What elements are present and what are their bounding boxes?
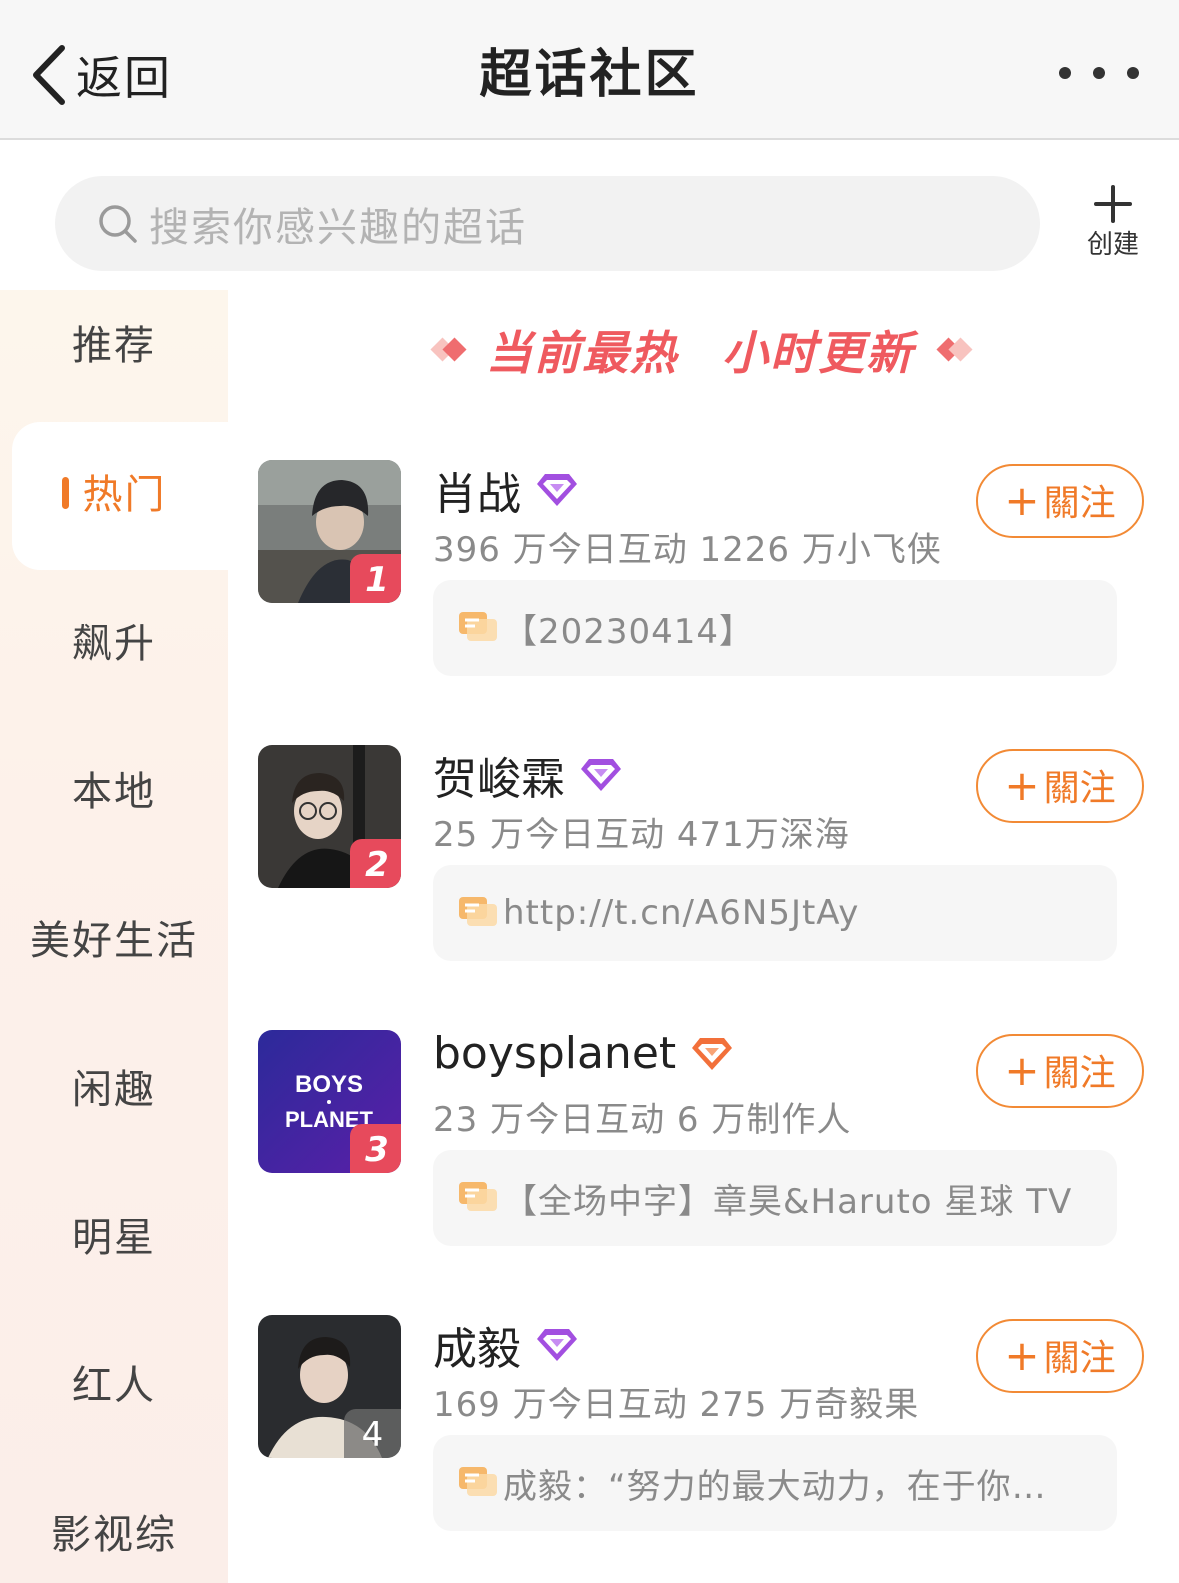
logo-text-top: BOYS [295,1071,363,1098]
follow-button[interactable]: + 關注 [976,749,1144,823]
topic-stats: 396 万今日互动 1226 万小飞侠 [433,530,942,570]
list-item[interactable]: 1 肖战 396 万今日互动 1226 万小飞侠 + 關注 【20230414】 [258,460,1158,690]
more-dots-icon[interactable] [1059,58,1139,88]
create-label: 创建 [1086,230,1139,260]
topic-name[interactable]: 成毅 [433,1313,579,1377]
sidebar-item-leisure[interactable]: 闲趣 [0,1065,228,1115]
diamond-decoration-icon [430,335,467,365]
post-text: 成毅：“努力的最大动力，在于你… [503,1466,1047,1507]
rank-badge: 3 [350,1124,401,1173]
banner-left-text: 当前最热 [486,326,678,380]
avatar[interactable]: 4 [258,1315,401,1458]
purple-diamond-icon [581,759,621,791]
avatar[interactable]: 1 [258,460,401,603]
topic-stats: 23 万今日互动 6 万制作人 [433,1100,852,1140]
list-item[interactable]: BOYS PLANET 3 boysplanet 23 万今日互动 6 万制作人… [258,1028,1158,1260]
active-indicator [61,477,69,509]
sidebar-item-hot[interactable]: 热门 [0,470,228,520]
comment-icon [459,897,497,926]
search-input[interactable]: 搜索你感兴趣的超话 [55,176,1040,271]
latest-post-preview[interactable]: 【全场中字】章昊&Haruto 星球 TV [433,1150,1117,1246]
topic-name-text: 贺峻霖 [433,754,565,805]
post-text: 【20230414】 [503,611,755,652]
follow-label: 關注 [1043,483,1116,524]
follow-label: 關注 [1043,768,1116,809]
sidebar-item-label: 热门 [82,472,167,518]
post-text: 【全场中字】章昊&Haruto 星球 TV [503,1181,1073,1222]
list-item[interactable]: 2 贺峻霖 25 万今日互动 471万深海 + 關注 http://t.cn/A6… [258,745,1158,975]
topic-name[interactable]: 贺峻霖 [433,743,623,807]
search-icon [99,204,137,243]
sidebar-item-rising[interactable]: 飙升 [0,619,228,669]
comment-icon [459,612,497,641]
topic-stats: 169 万今日互动 275 万奇毅果 [433,1385,920,1425]
topic-name-text: boysplanet [433,1028,677,1079]
page-title: 超话社区 [479,45,700,105]
sidebar-item-good-life[interactable]: 美好生活 [0,916,228,966]
plus-icon [1094,185,1132,223]
follow-button[interactable]: + 關注 [976,464,1144,538]
rank-badge: 4 [344,1409,401,1458]
topic-name[interactable]: boysplanet [433,1028,734,1079]
topic-name[interactable]: 肖战 [433,458,579,522]
topic-name-text: 成毅 [433,1324,521,1375]
latest-post-preview[interactable]: 【20230414】 [433,580,1117,676]
purple-diamond-icon [537,1329,577,1361]
list-item[interactable]: 4 成毅 169 万今日互动 275 万奇毅果 + 關注 成毅：“努力的最大动力，… [258,1315,1158,1545]
follow-button[interactable]: + 關注 [976,1319,1144,1393]
banner-right-text: 小时更新 [722,326,914,380]
latest-post-preview[interactable]: http://t.cn/A6N5JtAy [433,865,1117,961]
post-text: http://t.cn/A6N5JtAy [503,893,860,933]
rank-badge: 2 [350,839,401,888]
sidebar-item-influencers[interactable]: 红人 [0,1361,228,1411]
hot-banner: 当前最热 小时更新 [430,318,973,382]
avatar[interactable]: 2 [258,745,401,888]
topic-stats: 25 万今日互动 471万深海 [433,815,850,855]
create-button[interactable]: 创建 [1078,184,1148,261]
search-placeholder: 搜索你感兴趣的超话 [149,204,527,251]
follow-label: 關注 [1043,1053,1116,1094]
sidebar-item-local[interactable]: 本地 [0,767,228,817]
purple-diamond-icon [537,474,577,506]
orange-diamond-icon [692,1037,733,1070]
sidebar-item-recommend[interactable]: 推荐 [0,321,228,371]
follow-button[interactable]: + 關注 [976,1034,1144,1108]
avatar[interactable]: BOYS PLANET 3 [258,1030,401,1173]
sidebar-item-stars[interactable]: 明星 [0,1213,228,1263]
follow-label: 關注 [1043,1338,1116,1379]
rank-badge: 1 [350,554,401,603]
top-nav-bar: 返回 超话社区 [0,0,1179,140]
latest-post-preview[interactable]: 成毅：“努力的最大动力，在于你… [433,1435,1117,1531]
topic-name-text: 肖战 [433,469,521,520]
comment-icon [459,1467,497,1496]
sidebar-item-film-tv-variety[interactable]: 影视综 [0,1510,228,1560]
comment-icon [459,1182,497,1211]
diamond-decoration-icon [936,335,973,365]
category-sidebar: 推荐 热门 飙升 本地 美好生活 闲趣 明星 红人 影视综 [0,290,228,1583]
